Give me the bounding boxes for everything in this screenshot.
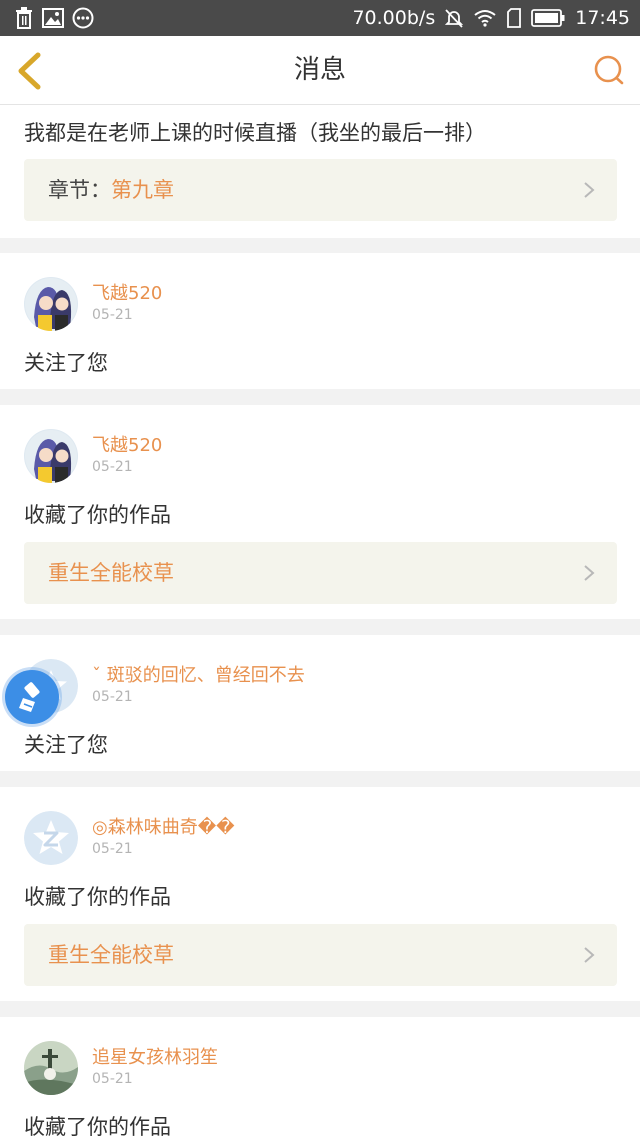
username[interactable]: 飞越520 <box>92 431 162 457</box>
user-row: ˇ 斑驳的回忆、曾经回不去 05-21 <box>24 659 604 713</box>
work-link[interactable]: 重生全能校草 <box>24 542 617 604</box>
work-title: 重生全能校草 <box>48 943 174 967</box>
page-title: 消息 <box>293 55 346 85</box>
chevron-right-icon <box>584 565 595 581</box>
username[interactable]: 飞越520 <box>92 279 162 305</box>
work-link-label: 重生全能校草 <box>48 924 174 986</box>
default-z-avatar[interactable] <box>24 811 78 865</box>
message-card: ◎森林味曲奇�� 05-21 收藏了你的作品 重生全能校草 <box>0 787 640 1001</box>
search-button[interactable] <box>592 53 626 87</box>
search-icon <box>594 55 624 85</box>
wifi-icon <box>473 9 497 27</box>
user-row: 追星女孩林羽笙 05-21 <box>24 1041 604 1095</box>
chapter-link-label: 章节：第九章 <box>48 159 174 221</box>
message-date: 05-21 <box>92 1071 133 1087</box>
comment-text: 我都是在老师上课的时候直播（我坐的最后一排） <box>24 121 486 145</box>
action-text: 收藏了你的作品 <box>24 1115 171 1138</box>
chevron-right-icon <box>584 947 595 963</box>
chevron-right-icon <box>584 182 595 198</box>
mute-icon <box>445 8 464 28</box>
action-text: 关注了您 <box>24 351 108 375</box>
chapter-name: 第九章 <box>111 178 174 202</box>
floating-brush-button[interactable] <box>5 670 59 724</box>
username[interactable]: 追星女孩林羽笙 <box>92 1043 218 1069</box>
status-bar: 70.00b/s 17:45 <box>0 0 640 36</box>
user-row: 飞越520 05-21 <box>24 429 604 483</box>
message-card: ˇ 斑驳的回忆、曾经回不去 05-21 关注了您 <box>0 635 640 771</box>
clock: 17:45 <box>575 7 630 29</box>
action-text: 收藏了你的作品 <box>24 885 171 909</box>
more-dots-icon <box>72 7 94 29</box>
username[interactable]: ˇ 斑驳的回忆、曾经回不去 <box>92 661 305 687</box>
work-title: 重生全能校草 <box>48 561 174 585</box>
anime-couple-avatar[interactable] <box>24 277 78 331</box>
message-card: 飞越520 05-21 关注了您 <box>0 253 640 389</box>
message-date: 05-21 <box>92 689 133 705</box>
work-link-label: 重生全能校草 <box>48 542 174 604</box>
user-row: 飞越520 05-21 <box>24 277 604 331</box>
message-date: 05-21 <box>92 459 133 475</box>
message-feed: 我都是在老师上课的时候直播（我坐的最后一排） 章节：第九章 飞越520 05-2… <box>0 105 640 1138</box>
message-card: 追星女孩林羽笙 05-21 收藏了你的作品 <box>0 1017 640 1138</box>
message-card: 我都是在老师上课的时候直播（我坐的最后一排） 章节：第九章 <box>0 105 640 238</box>
anime-couple-avatar[interactable] <box>24 429 78 483</box>
username[interactable]: ◎森林味曲奇�� <box>92 813 235 839</box>
work-link[interactable]: 重生全能校草 <box>24 924 617 986</box>
action-text: 关注了您 <box>24 733 108 757</box>
network-speed: 70.00b/s <box>352 7 436 29</box>
sim-icon <box>507 8 522 28</box>
image-icon <box>42 8 64 28</box>
nav-bar: 消息 <box>0 36 640 105</box>
brush-icon <box>19 682 40 712</box>
message-date: 05-21 <box>92 841 133 857</box>
status-left-icons <box>14 7 94 29</box>
photo-avatar[interactable] <box>24 1041 78 1095</box>
chapter-link[interactable]: 章节：第九章 <box>24 159 617 221</box>
user-row: ◎森林味曲奇�� 05-21 <box>24 811 604 865</box>
chapter-prefix: 章节： <box>48 178 111 202</box>
action-text: 收藏了你的作品 <box>24 503 171 527</box>
trash-icon <box>14 7 34 29</box>
message-card: 飞越520 05-21 收藏了你的作品 重生全能校草 <box>0 405 640 619</box>
battery-icon <box>531 9 565 27</box>
status-right: 70.00b/s 17:45 <box>352 0 630 36</box>
message-date: 05-21 <box>92 307 133 323</box>
